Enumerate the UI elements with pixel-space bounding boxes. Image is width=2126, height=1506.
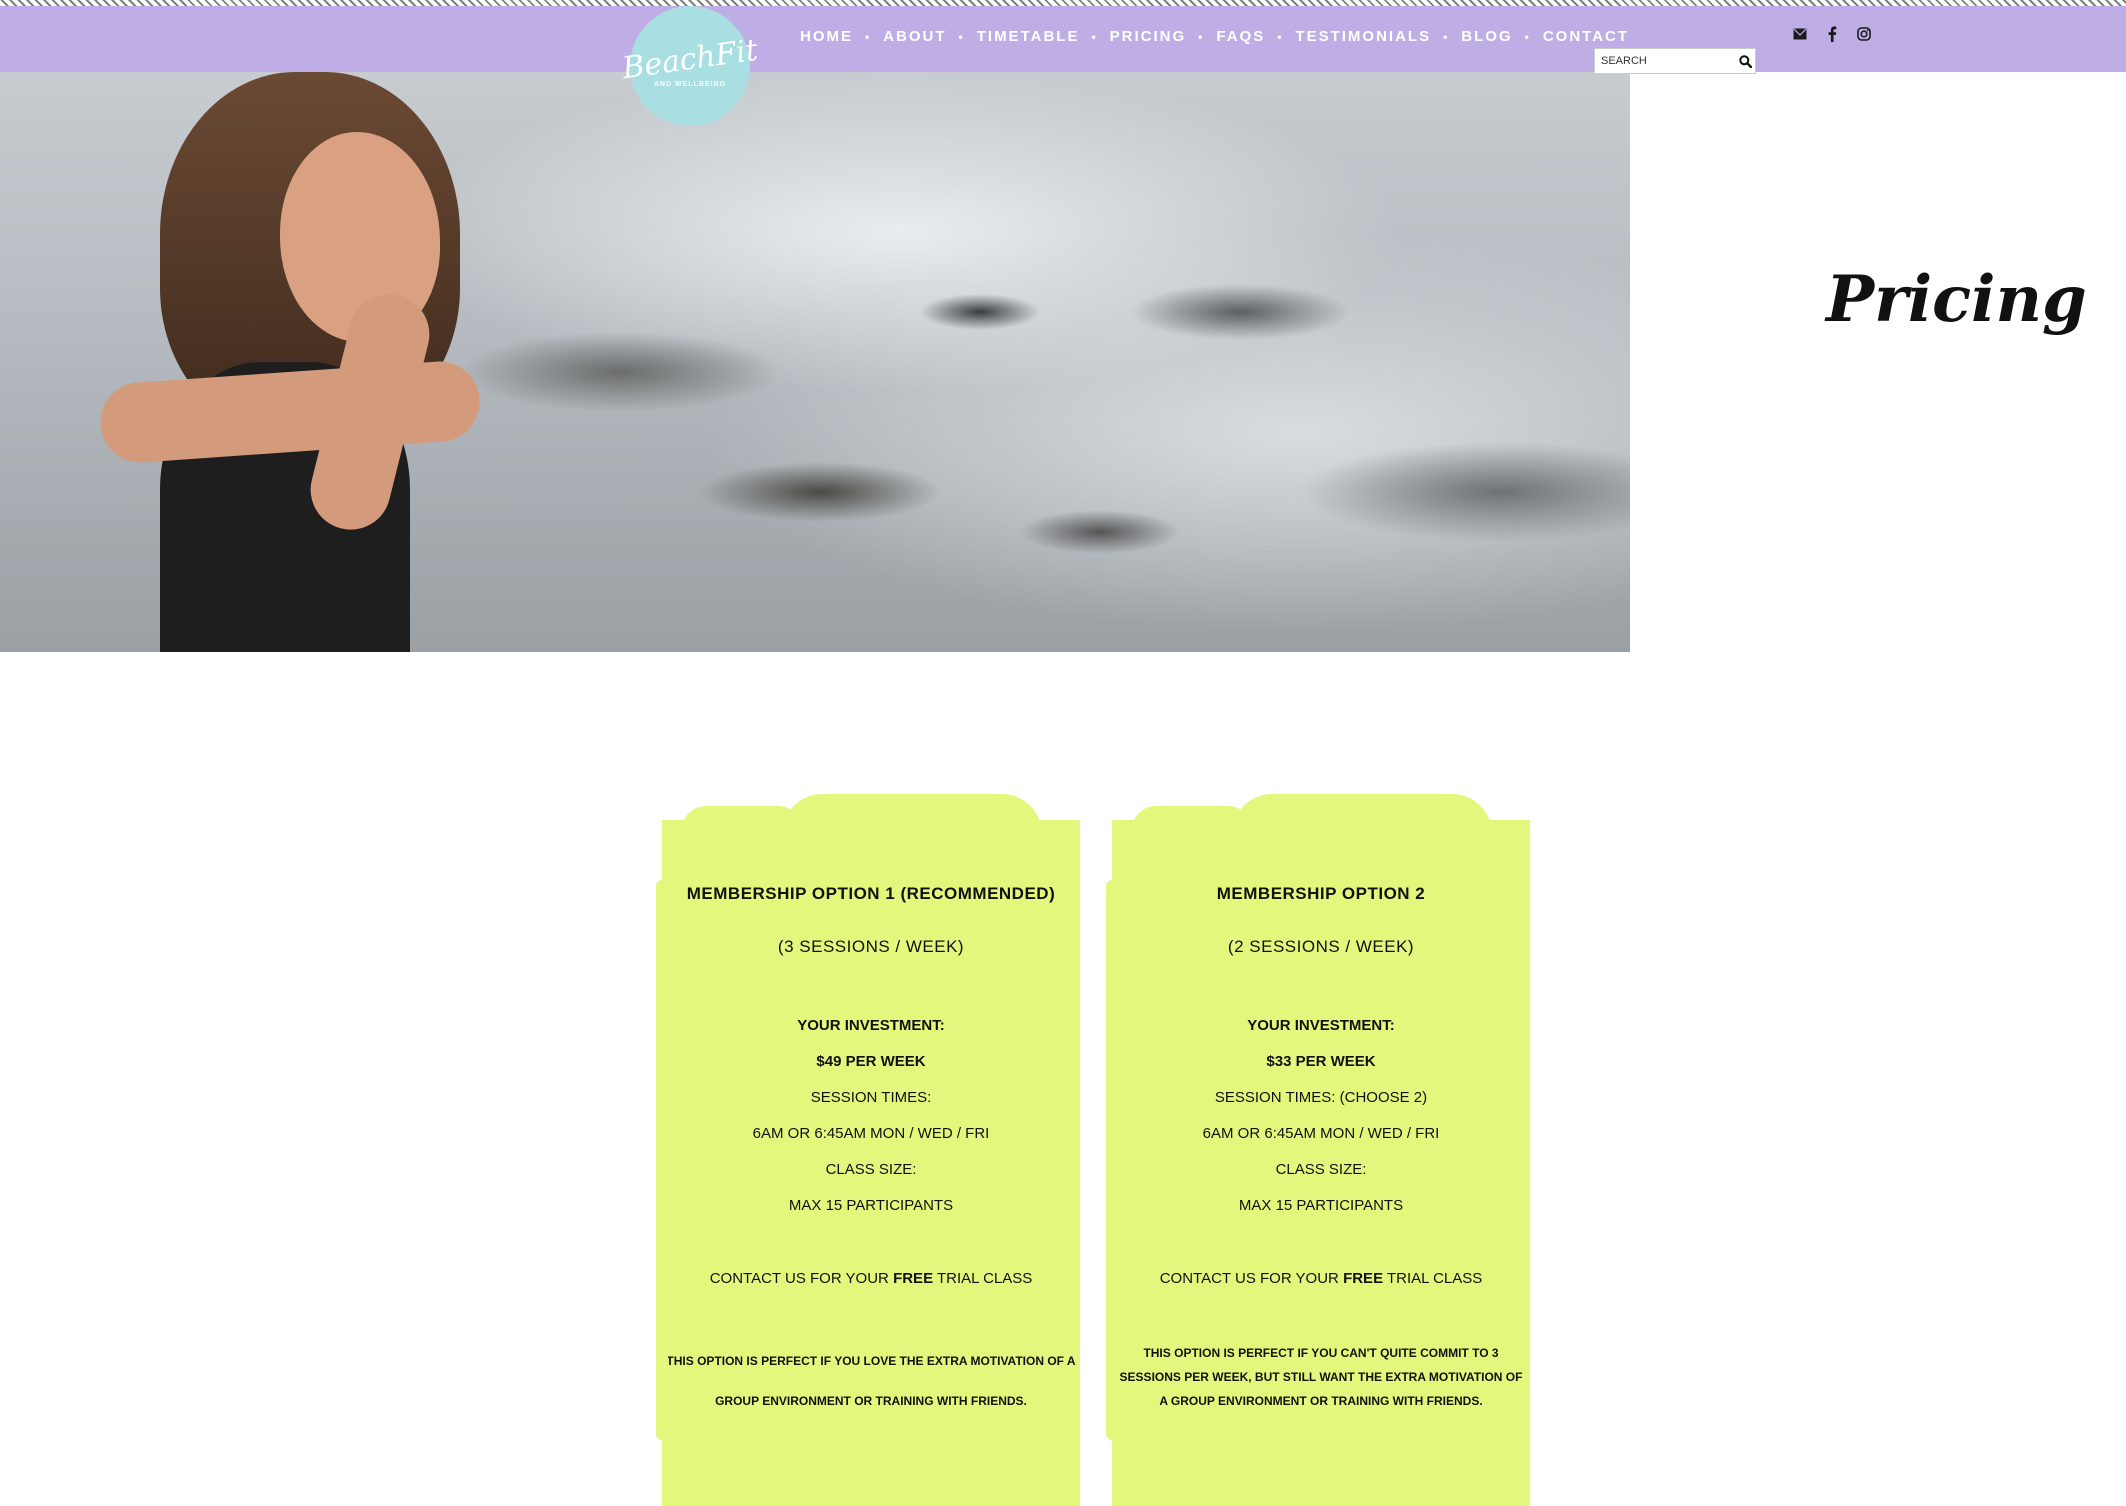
nav-faqs[interactable]: FAQS: [1216, 28, 1265, 45]
site-logo[interactable]: BeachFit AND WELLBEING: [620, 6, 760, 126]
card-brush-side: [1106, 880, 1118, 1440]
search-icon[interactable]: [1735, 50, 1755, 72]
logo-wordmark: BeachFit: [620, 32, 760, 86]
card-trial-free: FREE: [1343, 1270, 1384, 1287]
nav-blog[interactable]: BLOG: [1461, 28, 1512, 45]
nav-separator: •: [958, 29, 965, 44]
card-title: MEMBERSHIP OPTION 2: [1216, 884, 1426, 903]
nav-separator: •: [1524, 29, 1531, 44]
card-sessions: (2 SESSIONS / WEEK): [1227, 937, 1415, 956]
envelope-icon[interactable]: [1792, 26, 1808, 42]
main-nav: HOME • ABOUT • TIMETABLE • PRICING • FAQ…: [800, 28, 1629, 45]
nav-separator: •: [1198, 29, 1205, 44]
card-note: THIS OPTION IS PERFECT IF YOU LOVE THE E…: [666, 1354, 1076, 1408]
card-trial-prefix: CONTACT US FOR YOUR: [1159, 1270, 1344, 1287]
card-class-size-label: CLASS SIZE:: [825, 1161, 917, 1178]
card-note: THIS OPTION IS PERFECT IF YOU CAN'T QUIT…: [1119, 1346, 1523, 1408]
card-class-size: MAX 15 PARTICIPANTS: [788, 1197, 954, 1214]
card-brush-edge: [682, 806, 802, 830]
card-investment-label: YOUR INVESTMENT:: [1247, 1017, 1395, 1034]
card-trial-free: FREE: [893, 1270, 934, 1287]
card-class-size-label: CLASS SIZE:: [1275, 1161, 1367, 1178]
social-links: [1792, 26, 1872, 42]
card-price: $49 PER WEEK: [816, 1053, 926, 1070]
nav-testimonials[interactable]: TESTIMONIALS: [1295, 28, 1431, 45]
card-times: 6AM OR 6:45AM MON / WED / FRI: [1202, 1125, 1440, 1142]
nav-separator: •: [1277, 29, 1284, 44]
card-trial-suffix: TRIAL CLASS: [1383, 1270, 1483, 1287]
search-input[interactable]: [1595, 51, 1735, 71]
card-trial-prefix: CONTACT US FOR YOUR: [709, 1270, 894, 1287]
card-brush-side: [656, 880, 668, 1440]
facebook-icon[interactable]: [1824, 26, 1840, 42]
nav-separator: •: [1443, 29, 1450, 44]
card-trial-cta: CONTACT US FOR YOUR FREE TRIAL CLASS: [1112, 1270, 1530, 1287]
card-times-label: SESSION TIMES:: [810, 1089, 932, 1106]
card-title: MEMBERSHIP OPTION 1 (RECOMMENDED): [686, 884, 1056, 903]
nav-about[interactable]: ABOUT: [883, 28, 946, 45]
pricing-card-option-1: MEMBERSHIP OPTION 1 (RECOMMENDED) (3 SES…: [656, 794, 1080, 1506]
hero-person-arm: [97, 358, 483, 466]
pricing-card-option-2: MEMBERSHIP OPTION 2 (2 SESSIONS / WEEK) …: [1106, 794, 1530, 1506]
nav-separator: •: [1091, 29, 1098, 44]
card-sessions: (3 SESSIONS / WEEK): [777, 937, 965, 956]
hero-image: [0, 72, 1630, 652]
card-times-label: SESSION TIMES: (CHOOSE 2): [1214, 1089, 1428, 1106]
page-title: Pricing: [1826, 262, 2087, 337]
card-price: $33 PER WEEK: [1266, 1053, 1376, 1070]
search-box: [1594, 48, 1756, 74]
card-class-size: MAX 15 PARTICIPANTS: [1238, 1197, 1404, 1214]
card-brush-edge: [782, 794, 1042, 834]
card-trial-suffix: TRIAL CLASS: [933, 1270, 1033, 1287]
nav-timetable[interactable]: TIMETABLE: [977, 28, 1080, 45]
card-brush-edge: [1132, 806, 1252, 830]
card-investment-label: YOUR INVESTMENT:: [797, 1017, 945, 1034]
logo-subtitle: AND WELLBEING: [653, 80, 727, 88]
card-brush-edge: [1232, 794, 1492, 834]
nav-separator: •: [865, 29, 872, 44]
card-times: 6AM OR 6:45AM MON / WED / FRI: [752, 1125, 990, 1142]
nav-home[interactable]: HOME: [800, 28, 853, 45]
instagram-icon[interactable]: [1856, 26, 1872, 42]
nav-pricing[interactable]: PRICING: [1110, 28, 1187, 45]
card-trial-cta: CONTACT US FOR YOUR FREE TRIAL CLASS: [662, 1270, 1080, 1287]
nav-contact[interactable]: CONTACT: [1543, 28, 1629, 45]
